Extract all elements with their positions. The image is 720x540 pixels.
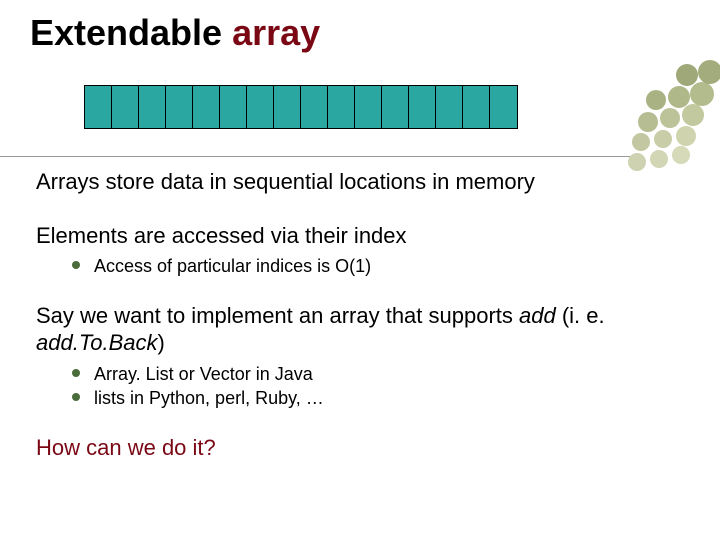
deco-dot [676,126,696,146]
deco-dot [676,64,698,86]
array-cell [193,86,220,128]
p3-text-a: Say we want to implement an array that s… [36,303,519,328]
p3-text-b: (i. e. [556,303,605,328]
deco-dot [698,60,720,84]
p3-text-c: ) [158,330,165,355]
array-cell [247,86,274,128]
array-cell [220,86,247,128]
title-underline [0,156,630,157]
deco-dot [672,146,690,164]
paragraph-3: Say we want to implement an array that s… [36,302,680,357]
array-cell [166,86,193,128]
paragraph-4: How can we do it? [36,434,680,462]
p3-fn: add.To.Back [36,330,158,355]
deco-dot [638,112,658,132]
array-cell [409,86,436,128]
title-plain: Extendable [30,12,232,53]
array-cell [436,86,463,128]
array-cell [328,86,355,128]
p3-add: add [519,303,556,328]
bullet-list-2: Array. List or Vector in Javalists in Py… [36,363,680,410]
list-item: Access of particular indices is O(1) [72,255,680,278]
deco-dot [682,104,704,126]
array-cell [355,86,382,128]
array-cell [463,86,490,128]
array-cell [112,86,139,128]
paragraph-1: Arrays store data in sequential location… [36,168,680,196]
paragraph-2: Elements are accessed via their index [36,222,680,250]
array-cell [490,86,517,128]
array-cell [274,86,301,128]
array-cell [139,86,166,128]
decorative-dots [628,58,706,168]
deco-dot [668,86,690,108]
deco-dot [690,82,714,106]
array-cell [301,86,328,128]
deco-dot [650,150,668,168]
body: Arrays store data in sequential location… [36,168,680,487]
array-cell [382,86,409,128]
list-item: lists in Python, perl, Ruby, … [72,387,680,410]
slide: Extendable array Arrays store data in se… [0,0,720,540]
deco-dot [660,108,680,128]
array-cell [85,86,112,128]
array-diagram [84,85,518,129]
deco-dot [632,133,650,151]
deco-dot [646,90,666,110]
list-item: Array. List or Vector in Java [72,363,680,386]
slide-title: Extendable array [30,12,320,54]
deco-dot [654,130,672,148]
title-accent: array [232,12,320,53]
bullet-list-1: Access of particular indices is O(1) [36,255,680,278]
